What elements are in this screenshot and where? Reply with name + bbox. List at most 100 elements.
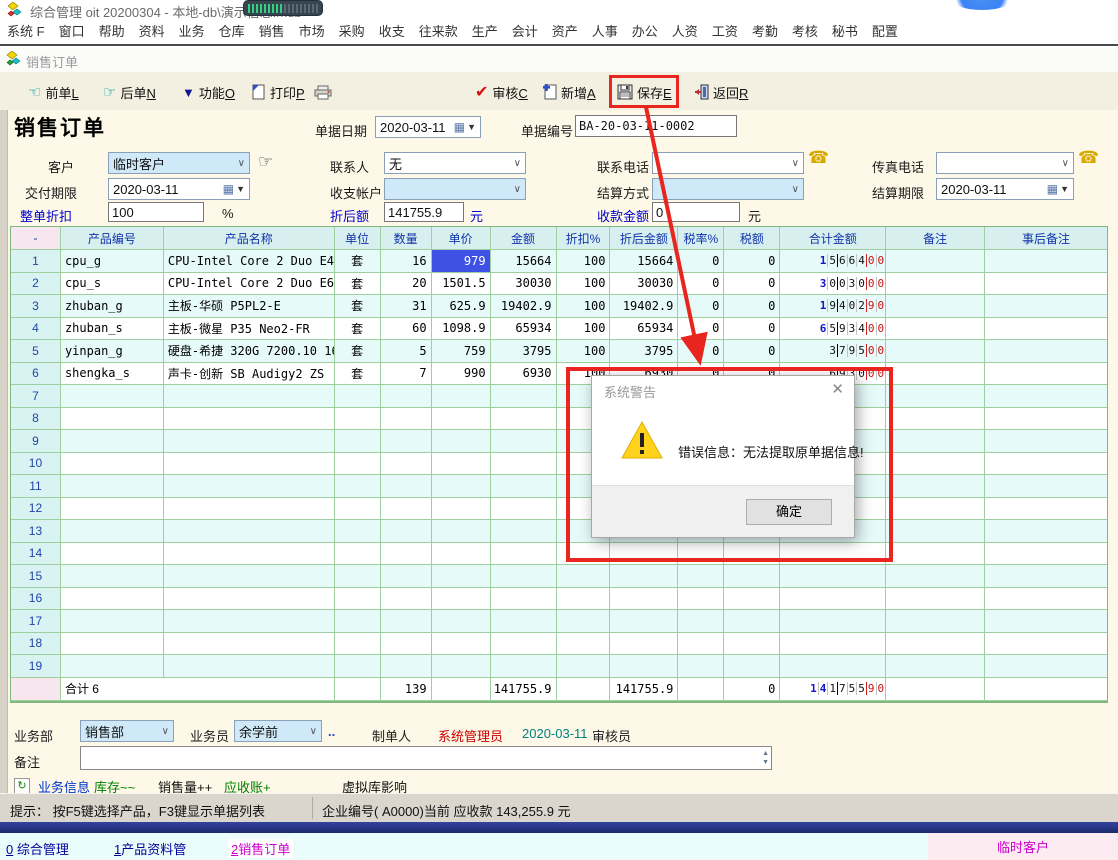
menu-item-15[interactable]: 办公 xyxy=(625,20,665,44)
cell-discount[interactable]: 100 xyxy=(557,273,611,296)
cell-after-note[interactable] xyxy=(985,475,1107,498)
cell-after-note[interactable] xyxy=(985,655,1107,678)
cell-price[interactable] xyxy=(432,475,491,498)
cell-discounted[interactable] xyxy=(610,610,678,633)
account-combo[interactable]: ∨ xyxy=(384,178,526,200)
menu-item-10[interactable]: 往来款 xyxy=(412,20,465,44)
cell-price[interactable] xyxy=(432,543,491,566)
cell-amount[interactable]: 19402.9 xyxy=(491,295,557,318)
cell-total-digits[interactable] xyxy=(780,633,886,656)
cell-unit[interactable] xyxy=(335,543,381,566)
cell-discounted[interactable] xyxy=(610,565,678,588)
cell-note[interactable] xyxy=(886,520,985,543)
cell-code[interactable]: cpu_s xyxy=(61,273,164,296)
cell-unit[interactable] xyxy=(335,520,381,543)
cell-amount[interactable] xyxy=(491,520,557,543)
tab-product-data[interactable]: 1产品资料管 xyxy=(114,839,186,858)
cell-tax-rate[interactable] xyxy=(678,610,724,633)
cell-unit[interactable] xyxy=(335,610,381,633)
cell-unit[interactable]: 套 xyxy=(335,273,381,296)
cell-tax-rate[interactable]: 0 xyxy=(678,250,724,273)
cell-qty[interactable] xyxy=(381,520,432,543)
cell-qty[interactable] xyxy=(381,408,432,431)
cell-name[interactable]: 主板-微星 P35 Neo2-FR xyxy=(164,318,335,341)
received-input[interactable]: 0 xyxy=(652,202,740,222)
cell-note[interactable] xyxy=(886,408,985,431)
cell-amount[interactable]: 15664 xyxy=(491,250,557,273)
cell-discount[interactable]: 100 xyxy=(557,340,611,363)
cell-after-note[interactable] xyxy=(985,565,1107,588)
menu-item-19[interactable]: 考核 xyxy=(785,20,825,44)
phone-icon[interactable]: ☎ xyxy=(808,148,829,168)
row-number[interactable]: 16 xyxy=(11,588,61,611)
cell-qty[interactable]: 5 xyxy=(381,340,432,363)
cell-total-digits[interactable]: 379500 xyxy=(780,340,886,363)
cell-unit[interactable] xyxy=(335,655,381,678)
menu-item-14[interactable]: 人事 xyxy=(585,20,625,44)
cell-qty[interactable]: 16 xyxy=(381,250,432,273)
cell-tax-rate[interactable] xyxy=(678,633,724,656)
cell-tax-rate[interactable] xyxy=(678,565,724,588)
cell-after-note[interactable] xyxy=(985,273,1107,296)
cell-note[interactable] xyxy=(886,610,985,633)
cell-name[interactable] xyxy=(164,498,335,521)
cell-name[interactable]: 主板-华硕 P5PL2-E xyxy=(164,295,335,318)
cell-discount[interactable]: 100 xyxy=(557,295,611,318)
cell-price[interactable] xyxy=(432,655,491,678)
cell-discounted[interactable]: 30030 xyxy=(610,273,678,296)
cell-price[interactable]: 979 xyxy=(432,250,491,273)
cell-discount[interactable] xyxy=(557,655,611,678)
cell-code[interactable] xyxy=(61,588,164,611)
contact-combo[interactable]: 无∨ xyxy=(384,152,526,174)
cell-qty[interactable]: 20 xyxy=(381,273,432,296)
cell-name[interactable] xyxy=(164,633,335,656)
menu-item-1[interactable]: 窗口 xyxy=(52,20,92,44)
cell-discount[interactable] xyxy=(557,588,611,611)
cell-amount[interactable] xyxy=(491,430,557,453)
cell-unit[interactable] xyxy=(335,588,381,611)
cell-amount[interactable]: 3795 xyxy=(491,340,557,363)
row-number[interactable]: 13 xyxy=(11,520,61,543)
cell-discount[interactable] xyxy=(557,543,611,566)
menu-item-12[interactable]: 会计 xyxy=(505,20,545,44)
cell-tax[interactable]: 0 xyxy=(724,318,780,341)
cell-code[interactable]: cpu_g xyxy=(61,250,164,273)
cell-price[interactable]: 1501.5 xyxy=(432,273,491,296)
cell-tax-rate[interactable]: 0 xyxy=(678,295,724,318)
cell-after-note[interactable] xyxy=(985,633,1107,656)
cell-total-digits[interactable]: 1566400 xyxy=(780,250,886,273)
cell-price[interactable] xyxy=(432,633,491,656)
menu-item-3[interactable]: 资料 xyxy=(132,20,172,44)
cell-code[interactable]: zhuban_s xyxy=(61,318,164,341)
audit-button[interactable]: ✔ 审核C xyxy=(475,81,528,103)
cell-name[interactable]: 声卡-创新 SB Audigy2 ZS xyxy=(164,363,335,386)
row-number[interactable]: 1 xyxy=(11,250,61,273)
cell-note[interactable] xyxy=(886,363,985,386)
fax-combo[interactable]: ∨ xyxy=(936,152,1074,174)
close-icon[interactable]: ✕ xyxy=(831,380,844,398)
next-doc-button[interactable]: ☞ 后单N xyxy=(103,81,156,103)
cell-price[interactable]: 990 xyxy=(432,363,491,386)
back-button[interactable]: 返回R xyxy=(694,81,748,103)
cell-tax[interactable] xyxy=(724,588,780,611)
cell-tax-rate[interactable]: 0 xyxy=(678,340,724,363)
menu-item-2[interactable]: 帮助 xyxy=(92,20,132,44)
cell-code[interactable] xyxy=(61,633,164,656)
cell-note[interactable] xyxy=(886,655,985,678)
cell-code[interactable] xyxy=(61,520,164,543)
menu-item-13[interactable]: 资产 xyxy=(545,20,585,44)
cell-amount[interactable] xyxy=(491,475,557,498)
phone-combo[interactable]: ∨ xyxy=(652,152,804,174)
cell-total-digits[interactable] xyxy=(780,543,886,566)
cell-code[interactable] xyxy=(61,655,164,678)
cell-tax-rate[interactable]: 0 xyxy=(678,273,724,296)
cell-unit[interactable] xyxy=(335,565,381,588)
row-number[interactable]: 4 xyxy=(11,318,61,341)
functions-button[interactable]: ▼ 功能O xyxy=(182,81,235,103)
cell-price[interactable] xyxy=(432,588,491,611)
cell-amount[interactable] xyxy=(491,385,557,408)
menu-item-21[interactable]: 配置 xyxy=(865,20,905,44)
tab-main-manage[interactable]: 0 综合管理 xyxy=(6,839,69,858)
cell-qty[interactable] xyxy=(381,430,432,453)
cell-name[interactable]: 硬盘-希捷 320G 7200.10 16 xyxy=(164,340,335,363)
